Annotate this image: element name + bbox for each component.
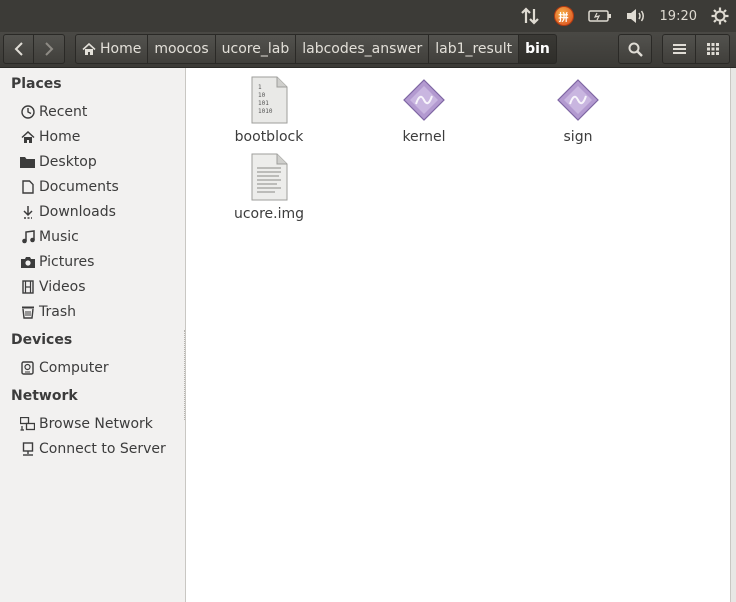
sidebar-item-label: Trash	[39, 304, 76, 320]
svg-text:1: 1	[258, 84, 262, 91]
sidebar-item-label: Music	[39, 229, 79, 245]
music-icon	[20, 230, 35, 245]
home-icon	[82, 42, 96, 56]
sidebar-item-pictures[interactable]: Pictures	[20, 251, 180, 273]
sidebar-item-label: Browse Network	[39, 416, 153, 432]
sidebar-heading-places: Places	[11, 76, 62, 92]
breadcrumb-bin[interactable]: bin	[519, 34, 557, 64]
search-button[interactable]	[618, 34, 652, 64]
sidebar-item-label: Downloads	[39, 204, 116, 220]
sidebar-item-home[interactable]: Home	[20, 126, 180, 148]
film-icon	[20, 280, 35, 295]
top-panel: 拼 19:20	[0, 0, 736, 32]
file-name: bootblock	[234, 129, 304, 145]
chevron-right-icon	[45, 42, 54, 56]
file-item[interactable]: sign	[523, 76, 633, 145]
sidebar-item-music[interactable]: Music	[20, 226, 180, 248]
sidebar-item-documents[interactable]: Documents	[20, 176, 180, 198]
file-view[interactable]: 1 10 101 1010 bootblock kernel sign ucor…	[187, 68, 730, 602]
toolbar: Home moocos ucore_lab labcodes_answer la…	[0, 32, 736, 68]
window-right-border	[730, 68, 736, 602]
forward-button[interactable]	[34, 34, 65, 64]
svg-text:101: 101	[258, 100, 269, 107]
file-item[interactable]: ucore.img	[214, 153, 324, 222]
file-item[interactable]: kernel	[369, 76, 479, 145]
download-icon	[20, 205, 35, 220]
sidebar: Places Recent Home Desktop Documents Dow…	[0, 68, 186, 602]
menu-icon	[672, 44, 686, 54]
back-button[interactable]	[3, 34, 34, 64]
clock-icon	[20, 105, 35, 120]
sidebar-item-computer[interactable]: Computer	[20, 357, 180, 379]
chevron-left-icon	[14, 42, 23, 56]
file-name: ucore.img	[233, 206, 305, 222]
sidebar-item-label: Documents	[39, 179, 119, 195]
grid-icon	[706, 43, 719, 55]
sidebar-heading-network: Network	[11, 388, 78, 404]
executable-icon	[400, 76, 448, 124]
breadcrumb-labcodes-answer[interactable]: labcodes_answer	[296, 34, 430, 64]
sidebar-item-label: Home	[39, 129, 81, 145]
trash-icon	[20, 305, 35, 320]
sidebar-item-label: Recent	[39, 104, 88, 120]
executable-icon	[554, 76, 602, 124]
network-icon	[20, 417, 35, 432]
sidebar-item-label: Videos	[39, 279, 86, 295]
breadcrumb-home[interactable]: Home	[75, 34, 149, 64]
sidebar-item-label: Desktop	[39, 154, 97, 170]
file-name: kernel	[402, 129, 446, 145]
svg-text:10: 10	[258, 92, 266, 99]
battery-icon[interactable]	[581, 0, 619, 32]
document-icon	[20, 180, 35, 195]
svg-text:1010: 1010	[258, 108, 273, 115]
breadcrumb-lab1-result[interactable]: lab1_result	[429, 34, 520, 64]
sidebar-heading-devices: Devices	[11, 332, 73, 348]
text-file-icon	[245, 153, 293, 201]
sidebar-item-videos[interactable]: Videos	[20, 276, 180, 298]
sidebar-resize-handle[interactable]	[184, 330, 186, 420]
sidebar-item-desktop[interactable]: Desktop	[20, 151, 180, 173]
drive-icon	[20, 361, 35, 376]
volume-icon[interactable]	[619, 0, 653, 32]
home-icon	[20, 130, 35, 145]
folder-icon	[20, 155, 35, 170]
camera-icon	[20, 255, 35, 270]
breadcrumb-moocos[interactable]: moocos	[148, 34, 216, 64]
sidebar-item-connect-to-server[interactable]: Connect to Server	[20, 438, 180, 460]
sidebar-item-downloads[interactable]: Downloads	[20, 201, 180, 223]
system-tray: 拼 19:20	[513, 0, 736, 32]
breadcrumb: Home moocos ucore_lab labcodes_answer la…	[75, 34, 557, 64]
clock[interactable]: 19:20	[653, 0, 704, 32]
server-icon	[20, 442, 35, 457]
sidebar-item-recent[interactable]: Recent	[20, 101, 180, 123]
input-method-indicator[interactable]: 拼	[547, 0, 581, 32]
binary-file-icon: 1 10 101 1010	[245, 76, 293, 124]
search-icon	[628, 42, 643, 57]
sidebar-item-browse-network[interactable]: Browse Network	[20, 413, 180, 435]
grid-view-button[interactable]	[696, 34, 730, 64]
sidebar-item-label: Pictures	[39, 254, 95, 270]
breadcrumb-ucore-lab[interactable]: ucore_lab	[215, 34, 297, 64]
view-options-button[interactable]	[662, 34, 696, 64]
breadcrumb-label: Home	[100, 41, 142, 57]
sidebar-item-trash[interactable]: Trash	[20, 301, 180, 323]
file-name: sign	[563, 129, 593, 145]
sidebar-item-label: Computer	[39, 360, 109, 376]
input-method-icon: 拼	[553, 6, 574, 26]
network-indicator-icon[interactable]	[513, 0, 547, 32]
sidebar-item-label: Connect to Server	[39, 441, 166, 457]
system-settings-icon[interactable]	[704, 0, 736, 32]
file-item[interactable]: 1 10 101 1010 bootblock	[214, 76, 324, 145]
